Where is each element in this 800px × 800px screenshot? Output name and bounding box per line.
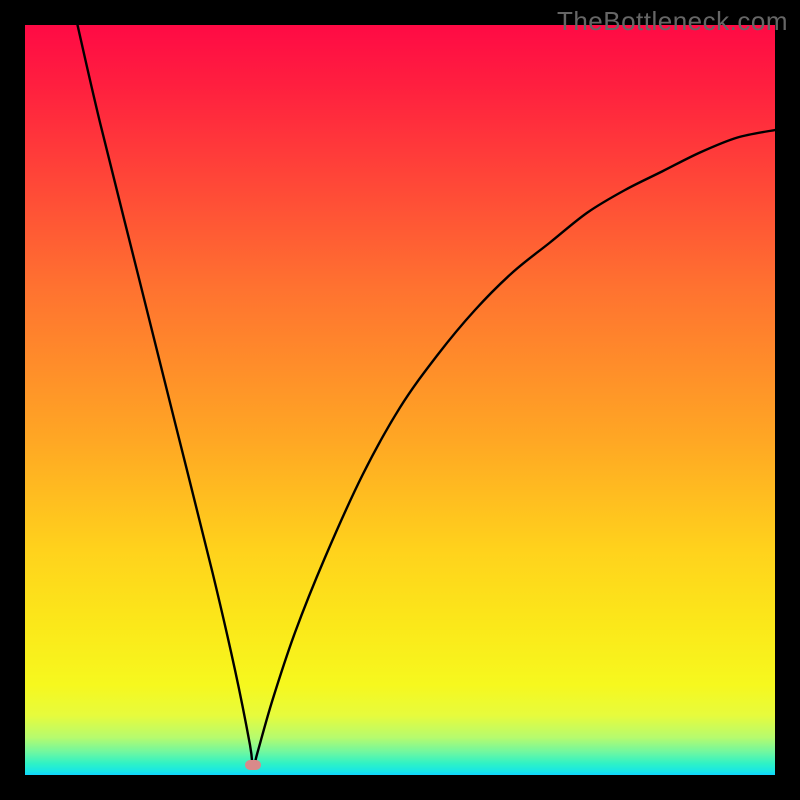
curve-svg	[25, 25, 775, 775]
plot-area	[25, 25, 775, 775]
chart-frame: TheBottleneck.com	[0, 0, 800, 800]
minimum-marker	[245, 760, 261, 770]
watermark-text: TheBottleneck.com	[557, 6, 788, 37]
bottleneck-curve	[78, 25, 776, 768]
